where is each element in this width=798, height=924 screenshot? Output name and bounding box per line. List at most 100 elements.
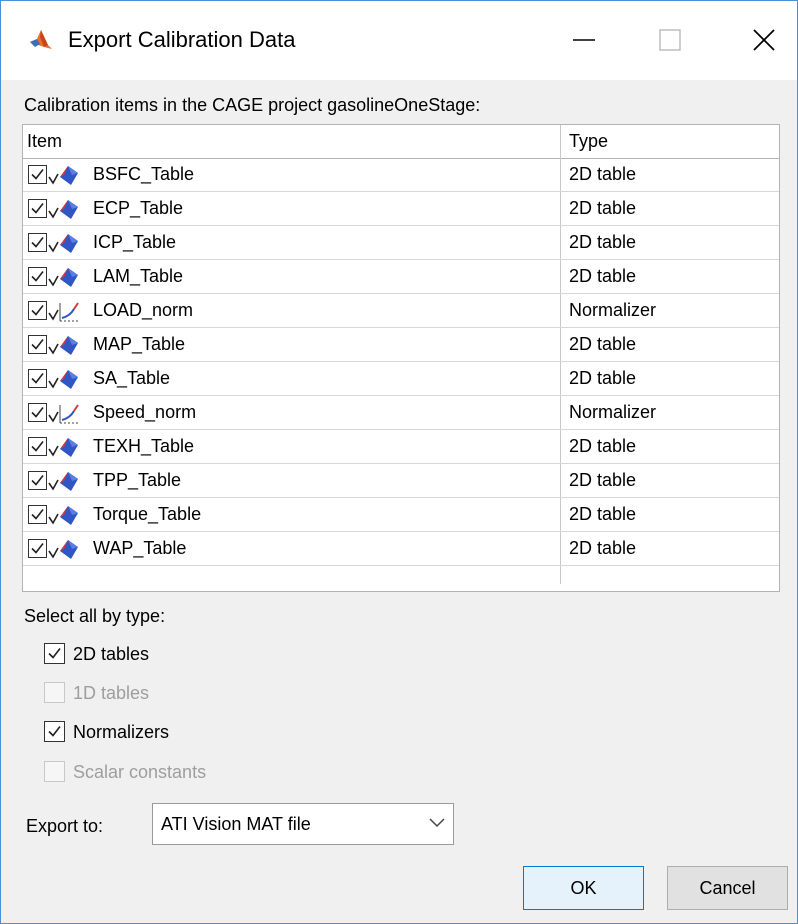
row-checkbox[interactable] [28,403,47,422]
table-row[interactable]: SA_Table 2D table [23,362,779,396]
select-by-type-label: Select all by type: [24,606,166,626]
option-2d-tables-label: 2D tables [73,644,150,664]
row-checkbox[interactable] [28,165,47,184]
option-normalizers-label: Normalizers [73,722,170,742]
table-icon [48,469,92,493]
checkbox-scalar-constants [44,761,65,782]
table-row[interactable]: TEXH_Table 2D table [23,430,779,464]
row-item-name: LAM_Table [93,266,184,286]
table-row[interactable]: TPP_Table 2D table [23,464,779,498]
check-icon [31,339,44,350]
export-to-label: Export to: [26,816,104,836]
row-item-name: BSFC_Table [93,164,195,184]
table-icon [48,333,92,357]
table-icon [48,503,92,527]
row-checkbox[interactable] [28,267,47,286]
table-caption: Calibration items in the CAGE project ga… [24,95,481,115]
row-item-name: MAP_Table [93,334,186,354]
checkbox-normalizers[interactable] [44,721,65,742]
chevron-down-icon [429,818,445,828]
table-icon [48,265,92,289]
close-icon [753,29,775,51]
check-icon [31,305,44,316]
check-icon [31,441,44,452]
row-checkbox[interactable] [28,233,47,252]
column-header-item[interactable]: Item [27,125,62,158]
row-item-type: 2D table [569,266,637,286]
table-row[interactable]: MAP_Table 2D table [23,328,779,362]
check-icon [31,271,44,282]
minimize-button[interactable] [554,14,614,66]
row-checkbox[interactable] [28,539,47,558]
row-item-type: 2D table [569,368,637,388]
row-checkbox[interactable] [28,471,47,490]
row-checkbox[interactable] [28,335,47,354]
table-rows: BSFC_Table 2D table ECP_Table 2D table ICP_T… [23,158,779,566]
row-item-type: Normalizer [569,300,657,320]
row-item-type: 2D table [569,232,637,252]
table-row[interactable]: BSFC_Table 2D table [23,158,779,192]
option-1d-tables-label: 1D tables [73,683,150,703]
table-row[interactable]: LOAD_norm Normalizer [23,294,779,328]
table-row[interactable]: Speed_norm Normalizer [23,396,779,430]
row-item-name: SA_Table [93,368,171,388]
check-icon [31,509,44,520]
row-item-name: ECP_Table [93,198,184,218]
matlab-icon [30,30,52,49]
table-icon [48,197,92,221]
row-checkbox[interactable] [28,301,47,320]
checkbox-1d-tables [44,682,65,703]
table-row[interactable]: ICP_Table 2D table [23,226,779,260]
calibration-items-table[interactable]: Item Type BSFC_Table 2D table ECP_Table 2D … [22,124,780,592]
table-icon [48,367,92,391]
minimize-icon [573,39,595,41]
table-icon [48,435,92,459]
option-scalar-constants-label: Scalar constants [73,762,207,782]
table-icon [48,537,92,561]
row-item-name: LOAD_norm [93,300,194,320]
normalizer-icon [48,401,92,425]
check-icon [31,203,44,214]
check-icon [31,475,44,486]
row-item-name: Torque_Table [93,504,202,524]
row-item-type: 2D table [569,436,637,456]
normalizer-icon [48,299,92,323]
check-icon [48,648,61,659]
row-item-type: 2D table [569,470,637,490]
check-icon [31,373,44,384]
export-format-select[interactable]: ATI Vision MAT file [152,803,454,845]
row-checkbox[interactable] [28,437,47,456]
check-icon [48,726,61,737]
table-row[interactable]: WAP_Table 2D table [23,532,779,566]
row-item-type: 2D table [569,198,637,218]
row-item-type: 2D table [569,538,637,558]
ok-button[interactable]: OK [523,866,644,910]
check-icon [31,169,44,180]
close-button[interactable] [734,14,794,66]
row-checkbox[interactable] [28,369,47,388]
row-item-type: 2D table [569,334,637,354]
check-icon [31,543,44,554]
row-item-type: Normalizer [569,402,657,422]
cancel-button[interactable]: Cancel [667,866,788,910]
table-row[interactable]: ECP_Table 2D table [23,192,779,226]
row-item-type: 2D table [569,504,637,524]
row-item-name: TEXH_Table [93,436,195,456]
table-header: Item Type [23,125,779,159]
table-row[interactable]: LAM_Table 2D table [23,260,779,294]
check-icon [31,407,44,418]
table-icon [48,231,92,255]
row-item-name: WAP_Table [93,538,187,558]
row-checkbox[interactable] [28,505,47,524]
table-icon [48,163,92,187]
row-item-name: Speed_norm [93,402,197,422]
check-icon [31,237,44,248]
row-checkbox[interactable] [28,199,47,218]
maximize-button[interactable] [640,14,700,66]
row-item-name: TPP_Table [93,470,182,490]
column-header-type[interactable]: Type [569,125,608,158]
window-title: Export Calibration Data [68,27,296,52]
checkbox-2d-tables[interactable] [44,643,65,664]
table-row[interactable]: Torque_Table 2D table [23,498,779,532]
maximize-icon [659,29,681,51]
